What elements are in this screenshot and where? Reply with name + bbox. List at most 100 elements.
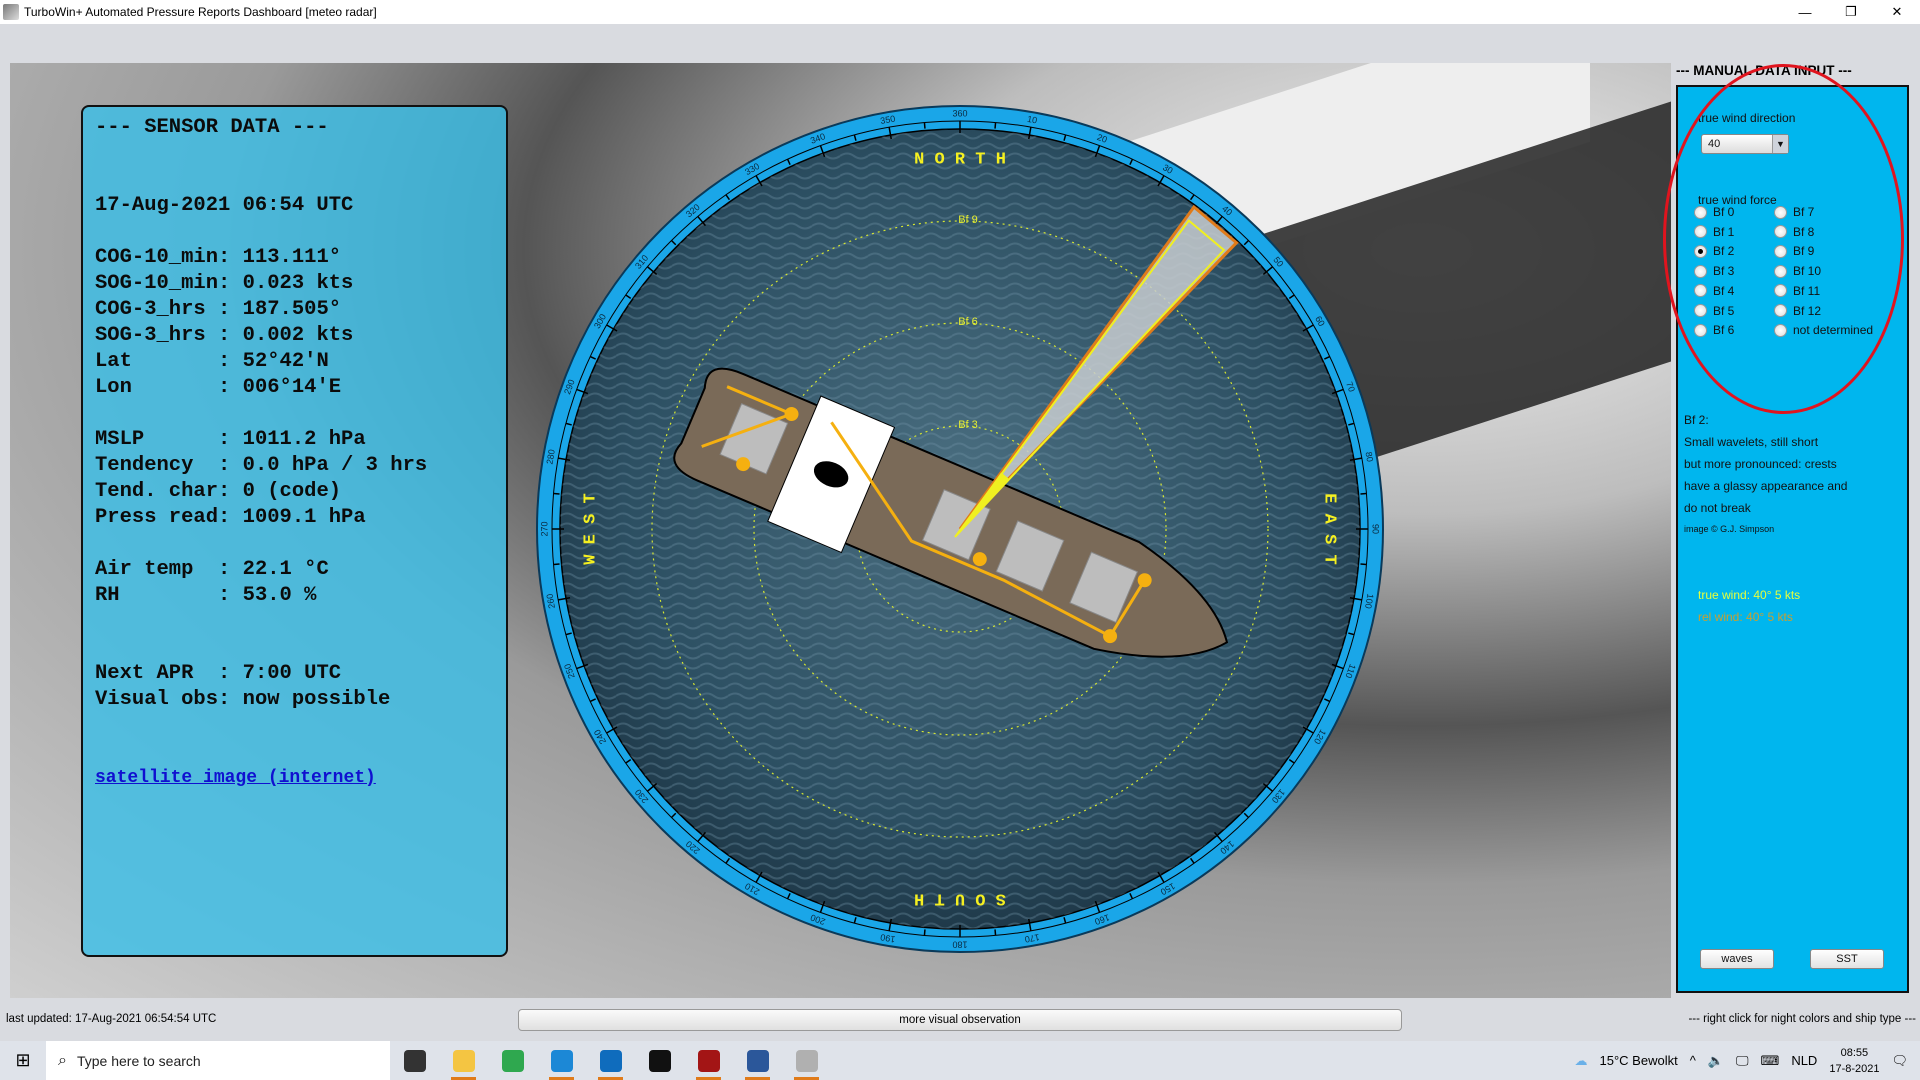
- wind-direction-select[interactable]: 40 ▼: [1701, 134, 1789, 154]
- radio-button[interactable]: [1694, 225, 1707, 239]
- radio-button[interactable]: [1694, 304, 1707, 317]
- windows-start-icon[interactable]: ⊞: [0, 1041, 46, 1080]
- radio-button[interactable]: [1774, 205, 1787, 219]
- radio-label: Bf 3: [1713, 264, 1735, 279]
- radio-button[interactable]: [1774, 264, 1787, 278]
- more-visual-observation-button[interactable]: more visual observation: [518, 1009, 1402, 1031]
- radio-button[interactable]: [1694, 264, 1707, 278]
- compass-tick-label: 180: [952, 940, 967, 950]
- task-view-icon[interactable]: [390, 1041, 439, 1080]
- compass-tick: [553, 563, 560, 566]
- radio-button[interactable]: [1694, 244, 1707, 258]
- waves-button[interactable]: waves: [1700, 949, 1774, 969]
- radio-label: Bf 10: [1793, 264, 1822, 279]
- puzzle-app-icon[interactable]: [684, 1041, 733, 1080]
- compass-tick: [923, 929, 926, 936]
- notifications-icon[interactable]: 🗨: [1891, 1053, 1908, 1069]
- word-icon[interactable]: [733, 1041, 782, 1080]
- radio-label: Bf 9: [1793, 244, 1815, 259]
- compass-tick: [923, 122, 926, 129]
- radio-button[interactable]: [1774, 323, 1787, 337]
- clock[interactable]: 08:55 17-8-2021: [1829, 1045, 1879, 1077]
- last-updated: last updated: 17-Aug-2021 06:54:54 UTC: [6, 1013, 217, 1025]
- radio-bf-7[interactable]: Bf 7: [1774, 205, 1814, 219]
- clock-date: 17-8-2021: [1829, 1062, 1880, 1075]
- edge-icon[interactable]: [537, 1041, 586, 1080]
- radio-button[interactable]: [1774, 244, 1787, 258]
- radio-not-determined[interactable]: not determined: [1774, 323, 1873, 337]
- radio-bf-0[interactable]: Bf 0: [1694, 205, 1734, 219]
- compass-tick-label: 10: [1026, 114, 1038, 126]
- sst-button[interactable]: SST: [1810, 949, 1884, 969]
- beaufort-ring-label: Bf 3: [958, 419, 978, 431]
- wind-direction-value: 40: [1708, 138, 1721, 150]
- radio-bf-3[interactable]: Bf 3: [1694, 264, 1734, 278]
- description-line: Bf 2:: [1684, 413, 1709, 427]
- chevron-up-icon[interactable]: ^: [1690, 1053, 1696, 1068]
- terminal-icon[interactable]: [635, 1041, 684, 1080]
- taskbar: ⊞ ⌕ Type here to search ☁ 15°C Bewolkt ^ …: [0, 1041, 1920, 1080]
- network-icon[interactable]: 🖵: [1736, 1053, 1749, 1069]
- weather-icon[interactable]: ☁: [1575, 1053, 1588, 1069]
- radio-bf-11[interactable]: Bf 11: [1774, 284, 1820, 298]
- manual-input-panel: true wind direction 40 ▼ true wind force …: [1676, 85, 1909, 993]
- compass-tick: [1360, 492, 1367, 495]
- right-click-hint: --- right click for night colors and shi…: [1688, 1013, 1916, 1025]
- speaker-icon[interactable]: 🔈: [1708, 1053, 1724, 1069]
- cardinal-south: S O U T H: [914, 889, 1006, 908]
- compass-tick-label: 360: [952, 108, 967, 118]
- radio-bf-6[interactable]: Bf 6: [1694, 323, 1734, 337]
- wind-compass: 3601020304050607080901001101201301401501…: [536, 105, 1384, 953]
- description-line: Small wavelets, still short: [1684, 435, 1819, 449]
- radio-button[interactable]: [1694, 205, 1707, 219]
- radio-label: Bf 12: [1793, 303, 1822, 318]
- language-indicator[interactable]: NLD: [1791, 1053, 1817, 1068]
- radio-bf-8[interactable]: Bf 8: [1774, 225, 1814, 239]
- cardinal-north: N O R T H: [914, 150, 1006, 169]
- radio-bf-4[interactable]: Bf 4: [1694, 284, 1734, 298]
- taskbar-search[interactable]: ⌕ Type here to search: [46, 1041, 390, 1080]
- file-explorer-icon[interactable]: [439, 1041, 488, 1080]
- clock-time: 08:55: [1840, 1046, 1869, 1059]
- description-line: have a glassy appearance and: [1684, 479, 1848, 493]
- radio-bf-12[interactable]: Bf 12: [1774, 304, 1821, 318]
- radio-label: Bf 7: [1793, 205, 1815, 219]
- rel-wind-readout: rel wind: 40° 5 kts: [1698, 610, 1793, 624]
- search-icon: ⌕: [58, 1051, 67, 1069]
- chrome-icon[interactable]: [488, 1041, 537, 1080]
- wind-direction-label: true wind direction: [1698, 111, 1796, 125]
- radio-button[interactable]: [1774, 284, 1787, 298]
- radio-label: Bf 5: [1713, 303, 1735, 318]
- beaufort-ring-label: Bf 9: [958, 214, 978, 226]
- radio-button[interactable]: [1694, 284, 1707, 298]
- compass-tick: [994, 929, 997, 936]
- search-placeholder: Type here to search: [76, 1052, 201, 1069]
- keyboard-icon[interactable]: ⌨: [1761, 1053, 1780, 1069]
- compass-tick: [994, 122, 997, 129]
- force-description: Bf 2: Small wavelets, still short but more…: [1684, 409, 1847, 519]
- radio-button[interactable]: [1774, 304, 1787, 317]
- cardinal-east: E A S T: [1320, 493, 1339, 564]
- true-wind-readout: true wind: 40° 5 kts: [1698, 588, 1801, 602]
- radio-label: Bf 0: [1713, 205, 1735, 219]
- radio-bf-5[interactable]: Bf 5: [1694, 304, 1734, 318]
- radio-bf-9[interactable]: Bf 9: [1774, 244, 1814, 258]
- radio-label: Bf 2: [1713, 244, 1735, 259]
- outlook-icon[interactable]: [586, 1041, 635, 1080]
- radio-label: not determined: [1793, 323, 1874, 338]
- radio-label: Bf 6: [1713, 323, 1735, 338]
- radio-bf-2[interactable]: Bf 2: [1694, 244, 1734, 258]
- java-app-icon[interactable]: [782, 1041, 831, 1080]
- image-credit: image © G.J. Simpson: [1684, 524, 1775, 534]
- radio-label: Bf 11: [1793, 283, 1821, 298]
- compass-tick-label: 90: [1371, 524, 1381, 534]
- compass-tick-label: 80: [1364, 451, 1376, 463]
- radio-button[interactable]: [1774, 225, 1787, 239]
- radio-button[interactable]: [1694, 323, 1707, 337]
- radio-bf-1[interactable]: Bf 1: [1694, 225, 1734, 239]
- beaufort-ring-label: Bf 6: [958, 316, 978, 328]
- radio-label: Bf 4: [1713, 283, 1735, 298]
- radio-bf-10[interactable]: Bf 10: [1774, 264, 1821, 278]
- compass-tick: [1360, 563, 1367, 566]
- weather-text[interactable]: 15°C Bewolkt: [1600, 1053, 1678, 1068]
